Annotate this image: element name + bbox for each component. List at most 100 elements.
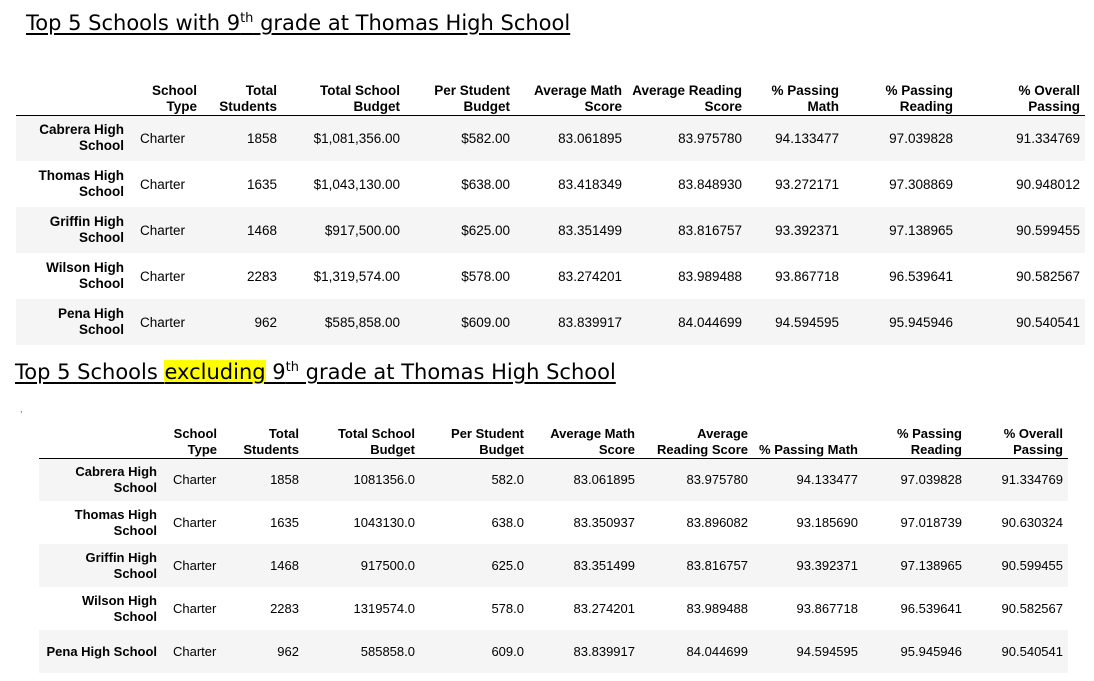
table-header-row: School Type Total Students Total School Bu…: [16, 72, 1085, 115]
table-cell: $625.00: [461, 222, 510, 238]
table-cell: 83.274201: [558, 268, 622, 284]
table-cell: 83.816757: [686, 558, 748, 573]
table-cell: 94.594595: [775, 314, 839, 330]
table-cell: 93.185690: [796, 515, 858, 530]
heading-excluding-9th-grade: Top 5 Schools excluding 9th grade at Tho…: [15, 360, 616, 384]
row-school-name: Thomas High School: [38, 168, 124, 199]
table-cell: 93.272171: [775, 176, 839, 192]
table-row: Cabrera High School Charter 1858 $1,081,356…: [16, 115, 1085, 161]
table-cell: 2283: [246, 268, 277, 284]
row-school-name: Cabrera High School: [75, 463, 157, 495]
table-cell: 2283: [270, 601, 299, 616]
highlighted-word: excluding: [164, 360, 266, 384]
table-cell: 1635: [246, 176, 277, 192]
column-header: % Passing Reading: [896, 425, 962, 457]
table-cell: 90.599455: [1016, 222, 1080, 238]
heading1-text-end: grade at Thomas High School: [253, 11, 571, 35]
table-cell: 625.0: [491, 558, 524, 573]
table-cell: 83.975780: [678, 130, 742, 146]
table-row: Cabrera High School Charter 1858 1081356.0 5…: [39, 458, 1068, 501]
table-cell: 94.594595: [796, 644, 858, 659]
header-corner: [16, 72, 132, 115]
table-cell: 1043130.0: [353, 515, 415, 530]
column-header: Total School Budget: [337, 425, 415, 457]
table-excluding-9th-grade: School Type Total Students Total School Bu…: [39, 417, 1068, 673]
table-cell: 585858.0: [360, 644, 415, 659]
table-row: Thomas High School Charter 1635 $1,043,130.…: [16, 161, 1085, 207]
table-cell: 91.334769: [1016, 130, 1080, 146]
table-cell: Charter: [140, 268, 186, 284]
table-cell: Charter: [140, 176, 186, 192]
table-cell: 94.133477: [796, 472, 858, 488]
table-cell: 1858: [270, 472, 299, 488]
row-school-name: Griffin High School: [49, 214, 124, 245]
table-cell: 97.039828: [900, 472, 962, 488]
table-cell: 93.392371: [796, 558, 858, 573]
heading2-text-mid: 9: [265, 360, 286, 384]
table-row: Griffin High School Charter 1468 $917,500.0…: [16, 207, 1085, 253]
heading2-text-end: grade at Thomas High School: [298, 360, 616, 384]
table-cell: 84.044699: [678, 314, 742, 330]
table-cell: 962: [254, 314, 277, 330]
table-cell: 962: [277, 644, 299, 659]
table-cell: $1,081,356.00: [313, 130, 400, 146]
table-cell: 90.599455: [1001, 558, 1063, 573]
table-cell: 90.630324: [1001, 515, 1063, 530]
table-cell: 1858: [246, 130, 277, 146]
table-cell: 83.989488: [678, 268, 742, 284]
heading2-text: Top 5 Schools: [15, 360, 165, 384]
column-header: Average Math Score: [533, 82, 622, 114]
table-cell: 609.0: [491, 644, 524, 659]
table-cell: Charter: [173, 601, 217, 616]
table-cell: 97.308869: [889, 176, 953, 192]
table-cell: 90.582567: [1001, 601, 1063, 616]
table-cell: 90.948012: [1016, 176, 1080, 192]
column-header: % Passing Math: [759, 441, 858, 457]
table-cell: 83.351499: [558, 222, 622, 238]
row-school-name: Pena High School: [57, 306, 124, 337]
table-cell: 83.061895: [558, 130, 622, 146]
column-header: Total Students: [219, 82, 277, 114]
table-cell: $1,043,130.00: [313, 176, 400, 192]
column-header: School Type: [173, 425, 217, 457]
table-cell: 582.0: [491, 472, 524, 488]
table-cell: 83.816757: [678, 222, 742, 238]
table-cell: 97.018739: [900, 515, 962, 530]
table-cell: 83.061895: [573, 472, 635, 488]
table-cell: Charter: [173, 558, 217, 573]
table-row: Griffin High School Charter 1468 917500.0 62…: [39, 544, 1068, 587]
table-cell: 84.044699: [686, 644, 748, 659]
table-cell: 83.848930: [678, 176, 742, 192]
table-cell: 638.0: [491, 515, 524, 530]
column-header: Total Students: [243, 425, 299, 457]
table-cell: 83.989488: [686, 601, 748, 616]
table-row: Pena High School Charter 962 585858.0 609.0 8…: [39, 630, 1068, 673]
table-cell: 97.138965: [889, 222, 953, 238]
table-cell: 95.945946: [889, 314, 953, 330]
table-cell: 83.274201: [573, 601, 635, 616]
table-cell: $578.00: [461, 268, 510, 284]
heading2-superscript: th: [285, 360, 299, 375]
column-header: % Passing Math: [771, 82, 839, 114]
column-header: Per Student Budget: [451, 425, 524, 457]
table-cell: 83.839917: [573, 644, 635, 659]
table-with-9th-grade: School Type Total Students Total School Bu…: [16, 72, 1085, 345]
row-school-name: Griffin High School: [85, 549, 158, 581]
table-row: Thomas High School Charter 1635 1043130.0 63…: [39, 501, 1068, 544]
table-cell: 90.540541: [1016, 314, 1080, 330]
table-cell: 1468: [270, 558, 299, 573]
table-cell: 94.133477: [775, 130, 839, 146]
table-cell: 95.945946: [900, 644, 962, 659]
column-header: Per Student Budget: [434, 82, 510, 114]
table-cell: 1319574.0: [353, 601, 415, 616]
table-cell: Charter: [140, 222, 186, 238]
heading1-text: Top 5 Schools with 9: [26, 11, 241, 35]
table-row: Wilson High School Charter 2283 $1,319,574.…: [16, 253, 1085, 299]
column-header: School Type: [151, 82, 197, 114]
table-cell: 83.418349: [558, 176, 622, 192]
table-row: Wilson High School Charter 2283 1319574.0 57…: [39, 587, 1068, 630]
table-cell: 97.039828: [889, 130, 953, 146]
header-corner: [39, 417, 165, 458]
table-cell: 83.839917: [558, 314, 622, 330]
heading-with-9th-grade: Top 5 Schools with 9th grade at Thomas H…: [26, 12, 570, 34]
